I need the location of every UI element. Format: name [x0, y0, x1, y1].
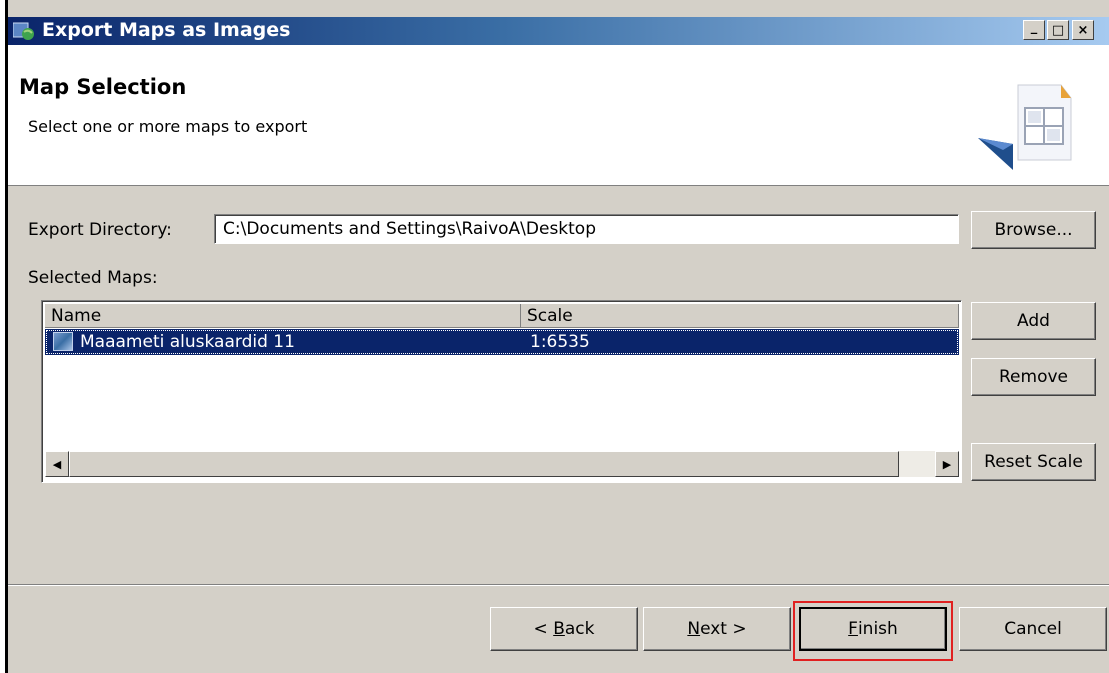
wizard-header: Map Selection Select one or more maps to… — [8, 45, 1109, 186]
back-button[interactable]: < Back — [490, 607, 638, 651]
maximize-icon: □ — [1051, 22, 1065, 38]
export-dialog: Export Maps as Images _ □ × Map Selectio… — [5, 0, 1109, 673]
maximize-button[interactable]: □ — [1047, 20, 1069, 40]
next-mnemonic: N — [687, 619, 701, 639]
add-button[interactable]: Add — [971, 302, 1096, 340]
column-header-name[interactable]: Name — [45, 304, 521, 328]
finish-highlight-box — [793, 601, 953, 661]
horizontal-scrollbar[interactable]: ◀ ▶ — [45, 451, 959, 477]
minimize-icon: _ — [1030, 19, 1038, 35]
back-mnemonic: B — [553, 619, 565, 639]
cancel-button[interactable]: Cancel — [959, 607, 1107, 651]
selected-maps-table[interactable]: Name Scale Maaameti aluskaardid 11 1:653… — [41, 300, 962, 483]
export-directory-label: Export Directory: — [28, 220, 172, 240]
next-rest: ext > — [700, 619, 747, 639]
reset-scale-button[interactable]: Reset Scale — [971, 443, 1096, 481]
arrow-left-icon: ◀ — [52, 457, 62, 471]
next-button[interactable]: Next > — [643, 607, 791, 651]
arrow-right-icon: ▶ — [942, 457, 952, 471]
map-name-cell: Maaameti aluskaardid 11 — [80, 332, 295, 352]
scroll-right-button[interactable]: ▶ — [935, 451, 959, 477]
scroll-thumb[interactable] — [69, 451, 899, 477]
close-button[interactable]: × — [1072, 20, 1094, 40]
title-bar[interactable]: Export Maps as Images _ □ × — [8, 17, 1109, 45]
footer-separator — [8, 584, 1109, 586]
map-scale-cell: 1:6535 — [530, 332, 590, 352]
page-title: Map Selection — [19, 75, 187, 99]
page-description: Select one or more maps to export — [28, 117, 308, 136]
remove-button[interactable]: Remove — [971, 358, 1096, 396]
table-row[interactable]: Maaameti aluskaardid 11 1:6535 — [45, 329, 959, 355]
window-title: Export Maps as Images — [42, 19, 291, 41]
map-icon — [53, 332, 73, 351]
selected-maps-label: Selected Maps: — [28, 268, 158, 288]
export-directory-input[interactable]: C:\Documents and Settings\RaivoA\Desktop — [214, 214, 959, 244]
export-image-wizard-icon — [973, 80, 1073, 170]
scroll-left-button[interactable]: ◀ — [45, 451, 69, 477]
browse-button[interactable]: Browse... — [971, 211, 1096, 249]
column-header-scale[interactable]: Scale — [521, 304, 959, 328]
app-icon — [12, 21, 35, 41]
back-prefix: < — [533, 619, 554, 639]
back-rest: ack — [564, 619, 595, 639]
minimize-button[interactable]: _ — [1023, 20, 1045, 40]
close-icon: × — [1077, 22, 1089, 38]
